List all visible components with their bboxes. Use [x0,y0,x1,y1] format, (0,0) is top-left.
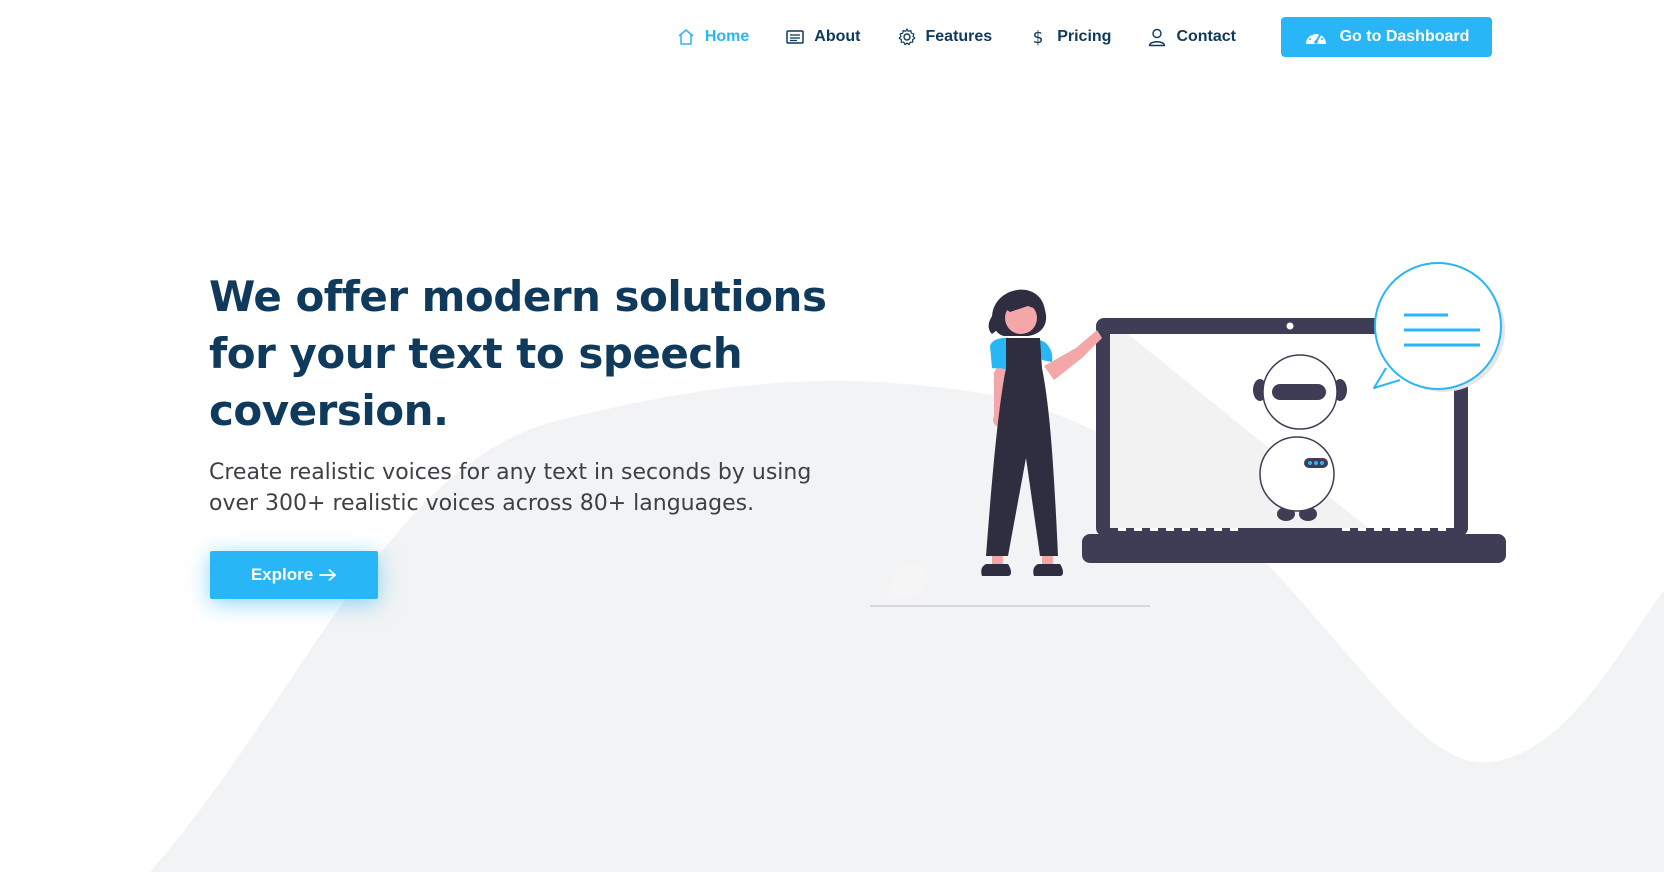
hero-title: We offer modern solutions for your text … [209,272,827,435]
woman-figure [981,289,1102,576]
hero-subtitle: Create realistic voices for any text in … [209,460,812,516]
nav-item-about[interactable]: About [785,18,861,56]
dashboard-button-label: Go to Dashboard [1339,28,1470,45]
nav-item-home[interactable]: Home [676,18,749,56]
top-navbar: Home About Features $ Pricing Contact Go… [0,0,1664,72]
nav-menu: Home About Features $ Pricing Contact Go… [676,17,1492,57]
document-icon [785,27,805,47]
nav-item-label: Home [704,28,750,45]
gear-icon [897,27,917,47]
speedometer-icon [1304,27,1328,47]
arrow-right-icon [319,568,337,582]
nav-item-label: Pricing [1057,28,1112,45]
user-icon [1147,27,1167,47]
nav-item-label: Contact [1176,28,1236,45]
explore-button-label: Explore [250,565,314,584]
nav-item-label: About [814,28,861,45]
hero-section: We offer modern solutions for your text … [209,268,869,519]
hero-illustration [870,262,1506,607]
explore-button[interactable]: Explore [210,551,378,599]
home-icon [676,27,696,47]
nav-item-pricing[interactable]: $ Pricing [1028,18,1112,56]
nav-item-features[interactable]: Features [897,18,993,56]
dollar-icon: $ [1028,27,1048,47]
go-to-dashboard-button[interactable]: Go to Dashboard [1281,17,1492,57]
plant-shape [888,564,929,598]
svg-text:$: $ [1033,28,1044,47]
nav-item-contact[interactable]: Contact [1147,18,1236,56]
nav-item-label: Features [925,28,993,45]
